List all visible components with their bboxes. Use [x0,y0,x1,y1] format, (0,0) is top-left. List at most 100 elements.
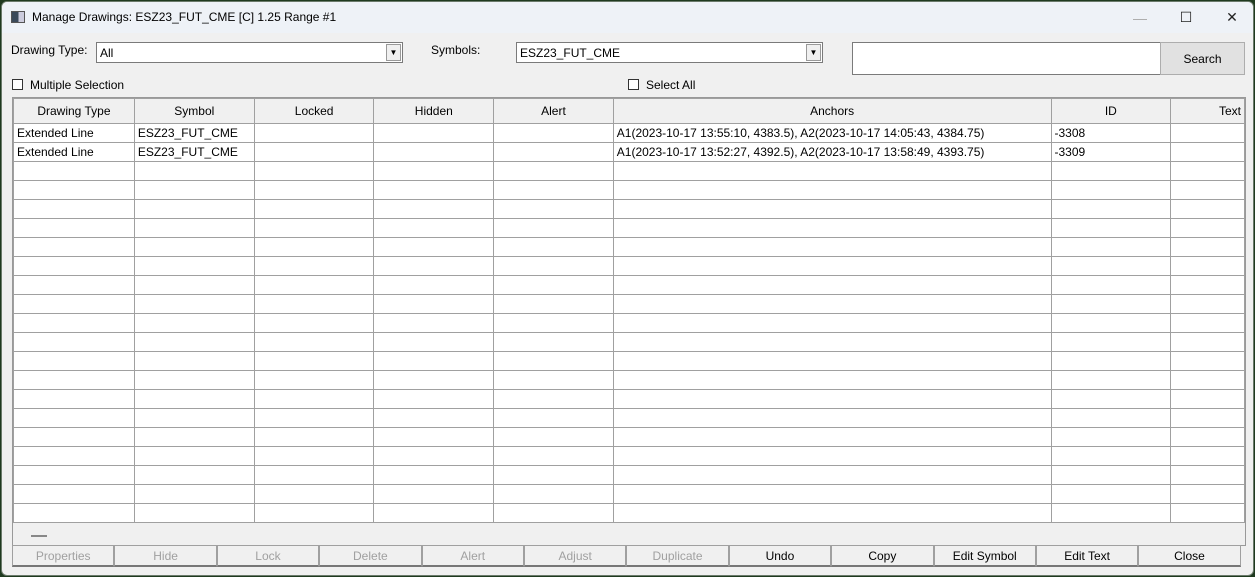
table-cell [493,275,614,295]
table-cell [13,408,135,428]
table-cell [253,408,375,428]
empty-row[interactable] [13,389,1245,409]
edit-text-button[interactable]: Edit Text [1035,545,1139,567]
table-cell [13,294,135,314]
table-cell [1050,465,1172,485]
table-cell [1170,161,1245,181]
empty-row[interactable] [13,256,1245,276]
table-cell [253,313,375,333]
column-header[interactable]: ID [1050,98,1172,124]
table-cell [493,484,614,504]
table-cell [493,503,614,523]
table-cell [1050,180,1172,200]
empty-row[interactable] [13,408,1245,428]
table-cell [373,123,495,143]
table-cell [373,370,495,390]
table-cell [1050,503,1172,523]
close-button[interactable]: Close [1138,545,1241,567]
table-cell [133,332,255,352]
delete-button[interactable]: Delete [319,545,422,567]
empty-row[interactable] [13,161,1245,181]
table-row[interactable]: Extended Line ESZ23_FUT_CME A1(2023-10-17 … [13,123,1245,143]
chevron-down-icon[interactable]: ▼ [386,44,401,61]
empty-row[interactable] [13,465,1245,485]
column-header[interactable]: Alert [493,98,614,124]
minimize-button[interactable]: — [1117,2,1163,33]
column-header[interactable]: Drawing Type [13,98,135,124]
empty-row[interactable] [13,427,1245,447]
empty-row[interactable] [13,351,1245,371]
chevron-down-icon[interactable]: ▼ [806,44,821,61]
empty-row[interactable] [13,313,1245,333]
close-window-button[interactable]: ✕ [1209,2,1253,33]
symbols-label: Symbols: [431,43,481,57]
alert-button[interactable]: Alert [421,545,524,567]
app-icon [11,11,25,23]
column-header[interactable]: Anchors [612,98,1052,124]
multiple-selection-checkbox[interactable] [12,79,23,90]
table-cell [13,332,135,352]
empty-row[interactable] [13,370,1245,390]
table-cell [493,408,614,428]
empty-row[interactable] [13,446,1245,466]
table-cell [493,351,614,371]
column-header[interactable]: Symbol [133,98,255,124]
adjust-button[interactable]: Adjust [523,545,627,567]
empty-row[interactable] [13,180,1245,200]
drawing-type-select[interactable]: All ▼ [96,42,403,63]
table-cell [493,180,614,200]
table-cell [493,161,614,181]
table-cell [133,199,255,219]
table-cell [612,332,1052,352]
table-cell [13,446,135,466]
table-cell [253,389,375,409]
select-all-checkbox[interactable] [628,79,639,90]
table-cell [133,351,255,371]
properties-button[interactable]: Properties [12,545,115,567]
table-cell [373,446,495,466]
empty-row[interactable] [13,332,1245,352]
copy-button[interactable]: Copy [831,545,934,567]
table-cell [253,123,375,143]
maximize-button[interactable]: ☐ [1163,2,1209,33]
edit-symbol-button[interactable]: Edit Symbol [933,545,1036,567]
empty-row[interactable] [13,484,1245,504]
table-cell [612,389,1052,409]
search-button[interactable]: Search [1160,42,1245,75]
symbols-select[interactable]: ESZ23_FUT_CME ▼ [516,42,823,63]
table-cell [133,389,255,409]
empty-row[interactable] [13,503,1245,523]
table-cell [253,256,375,276]
empty-row[interactable] [13,237,1245,257]
empty-row[interactable] [13,199,1245,219]
table-cell [1050,408,1172,428]
column-header[interactable]: Locked [253,98,375,124]
table-row[interactable]: Extended Line ESZ23_FUT_CME A1(2023-10-17 … [13,142,1245,162]
table-cell [13,313,135,333]
undo-button[interactable]: Undo [728,545,832,567]
table-cell [493,256,614,276]
column-header[interactable]: Hidden [373,98,495,124]
table-cell [373,180,495,200]
table-cell: Extended Line [13,123,135,143]
empty-row[interactable] [13,218,1245,238]
table-cell [1170,446,1245,466]
horizontal-scrollbar[interactable] [31,535,47,537]
table-cell [612,503,1052,523]
action-buttons: Properties Hide Lock Delete Alert Adjust Dupli… [12,545,1241,567]
duplicate-button[interactable]: Duplicate [626,545,729,567]
table-cell [493,294,614,314]
search-input[interactable] [852,42,1161,75]
empty-row[interactable] [13,275,1245,295]
empty-row[interactable] [13,294,1245,314]
table-cell [133,237,255,257]
table-cell [253,332,375,352]
table-cell [1170,427,1245,447]
hide-button[interactable]: Hide [114,545,217,567]
table-cell [253,370,375,390]
table-cell [13,237,135,257]
lock-button[interactable]: Lock [216,545,320,567]
table-cell [493,237,614,257]
column-header[interactable]: Text [1170,98,1245,124]
table-cell [133,313,255,333]
